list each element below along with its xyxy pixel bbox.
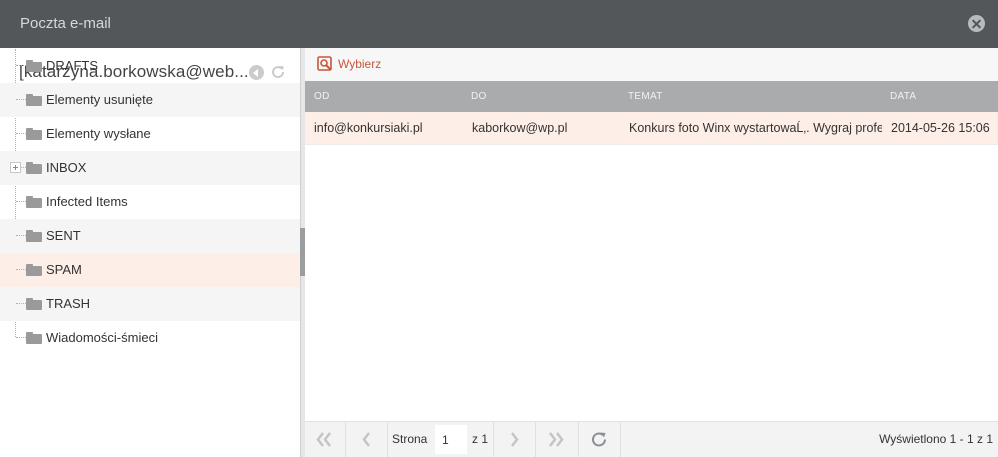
folder-icon [26,264,42,276]
search-select-icon [317,56,332,71]
folder-label: Elementy usunięte [46,92,153,107]
page-count-label: z 1 [472,432,489,446]
folder-item-infected-items[interactable]: Infected Items [0,185,300,219]
folder-icon [26,60,42,72]
tree-connector [16,65,26,66]
cell-date: 2014-05-26 15:06 [891,121,990,135]
tree-connector [16,303,26,304]
table-row[interactable]: info@konkursiaki.pl kaborkow@wp.pl Konku… [305,112,998,145]
cell-to: kaborkow@wp.pl [472,121,568,135]
close-icon[interactable] [968,15,985,32]
folder-label: TRASH [46,296,91,311]
pager-separator [387,422,388,457]
folder-icon [26,298,42,310]
pager-separator [620,422,621,457]
first-page-icon[interactable] [305,422,343,457]
folder-item-drafts[interactable]: DRAFTS [0,49,300,83]
folder-item-wiadomosci-smieci[interactable]: Wiadomości-śmieci [0,321,300,355]
folder-icon [26,230,42,242]
folder-label: SPAM [46,262,82,277]
window-title: Poczta e-mail [20,15,111,32]
refresh-icon[interactable] [580,422,618,457]
cell-subject: Konkurs foto Winx wystartowaĹ‚. Wygraj p… [629,121,882,135]
tree-connector [16,269,26,270]
folder-label: DRAFTS [46,58,98,73]
folder-item-elementy-usuniete[interactable]: Elementy usunięte [0,83,300,117]
message-toolbar: Wybierz [305,48,998,81]
pagination-bar: Strona z 1 Wyświetlono 1 - 1 z 1 [305,421,998,457]
folder-label: Infected Items [46,194,128,209]
tree-connector [16,99,26,100]
folder-icon [26,94,42,106]
folder-icon [26,128,42,140]
select-button-label: Wybierz [338,57,382,71]
folder-item-spam[interactable]: SPAM [0,253,300,287]
column-header-from[interactable]: OD [314,91,330,102]
column-header-to[interactable]: DO [471,91,487,102]
pager-separator [578,422,579,457]
expand-plus-icon[interactable] [10,162,21,173]
pager-separator [535,422,536,457]
tree-connector [16,337,26,338]
folder-item-elementy-wyslane[interactable]: Elementy wysłane [0,117,300,151]
pager-separator [493,422,494,457]
message-pane: Wybierz OD DO TEMAT DATA info@konkursiak… [305,48,998,457]
folder-icon [26,162,42,174]
folder-item-inbox[interactable]: INBOX [0,151,300,185]
tree-connector [16,201,26,202]
pager-separator [345,422,346,457]
column-header-date[interactable]: DATA [890,91,916,102]
folder-label: Elementy wysłane [46,126,151,141]
page-label: Strona [392,432,428,446]
page-number-input[interactable] [435,425,467,454]
display-info: Wyświetlono 1 - 1 z 1 [879,432,993,446]
folder-item-trash[interactable]: TRASH [0,287,300,321]
column-header-subject[interactable]: TEMAT [628,91,663,102]
folder-item-sent[interactable]: SENT [0,219,300,253]
folder-icon [26,196,42,208]
folder-label: Wiadomości-śmieci [46,330,158,345]
window-titlebar: Poczta e-mail [0,0,998,48]
grid-header: OD DO TEMAT DATA [305,81,998,112]
folder-label: SENT [46,228,81,243]
folder-icon [26,332,42,344]
prev-page-icon[interactable] [347,422,385,457]
next-page-icon[interactable] [495,422,533,457]
cell-from: info@konkursiaki.pl [314,121,423,135]
folder-label: INBOX [46,160,87,175]
tree-connector [16,133,26,134]
tree-connector [16,235,26,236]
folder-tree: DRAFTS Elementy usunięte Elementy wysłan… [0,49,300,355]
last-page-icon[interactable] [537,422,575,457]
